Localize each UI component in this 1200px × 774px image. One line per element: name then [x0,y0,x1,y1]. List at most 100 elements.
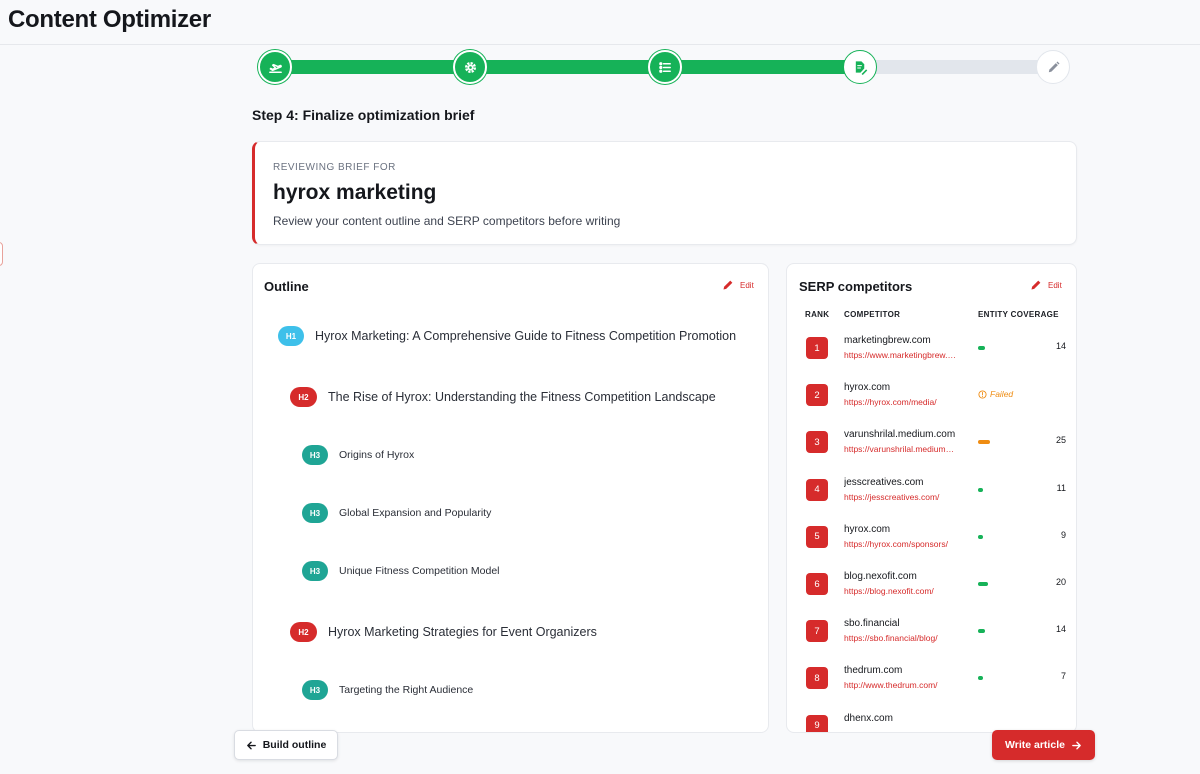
arrow-right-icon [1072,741,1081,749]
serp-edit-label: Edit [1048,280,1062,290]
competitor-domain: jesscreatives.com [844,476,924,488]
entity-coverage-bar [978,534,983,539]
competitor-domain: hyrox.com [844,523,891,535]
competitor-domain: thedrum.com [844,665,903,677]
outline-item-text: Origins of Hyrox [339,449,415,461]
outline-item-text: Hyrox Marketing: A Comprehensive Guide t… [315,329,737,343]
gear-icon [464,61,476,73]
rank-badge: 3 [806,431,828,454]
arrow-left-icon [246,741,256,749]
serp-edit-button[interactable]: Edit [1030,279,1062,291]
competitor-domain: marketingbrew.com [844,335,931,346]
outline-item-h3[interactable]: H3 Origins of Hyrox [302,445,414,465]
entity-coverage-bar [978,582,988,586]
outline-item-h2[interactable]: H2 Hyrox Marketing Strategies for Event … [290,622,597,642]
step-4[interactable] [843,50,877,84]
heading-level-badge: H2 [290,387,317,407]
plane-takeoff-icon [268,63,282,73]
competitor-row[interactable]: 9 dhenx.com [787,704,1076,732]
competitor-domain: sbo.financial [844,618,900,630]
competitor-domain: varunshrilal.medium.com [844,429,956,441]
rank-badge: 5 [806,525,828,548]
competitor-url-link[interactable]: https://varunshrilal.medium.com/ [844,444,956,454]
rank-badge: 9 [806,714,828,732]
app-header: Content Optimizer [0,0,1200,45]
write-article-button[interactable]: Write article [992,730,1095,760]
outline-item-h3[interactable]: H3 Global Expansion and Popularity [302,503,491,523]
competitor-domain: dhenx.com [844,712,893,724]
build-outline-label: Build outline [262,739,327,751]
warning-circle-icon [978,390,987,399]
step-heading: Step 4: Finalize optimization brief [252,107,475,123]
competitor-row[interactable]: 8 thedrum.com http://www.thedrum.com/7 [787,656,1076,703]
competitor-url-link[interactable]: http://www.thedrum.com/ [844,680,956,690]
coverage-failed-status: Failed [978,389,1013,399]
outline-panel: Outline Edit H1 Hyrox Marketing: A Compr… [252,263,769,733]
competitor-domain: blog.nexofit.com [844,571,917,582]
entity-coverage-count: 14 [1055,624,1066,635]
step-2[interactable] [453,50,487,84]
outline-item-text: Targeting the Right Audience [339,684,474,696]
brief-subtitle: Review your content outline and SERP com… [273,214,621,228]
competitor-row[interactable]: 2 hyrox.com https://hyrox.com/media/Failed [787,373,1076,420]
competitor-url-link[interactable]: https://hyrox.com/media/ [844,397,956,407]
pencil-icon [1048,61,1059,72]
entity-coverage-count: 11 [1056,482,1066,493]
step-3[interactable] [648,50,682,84]
heading-level-badge: H3 [302,445,328,465]
outline-edit-label: Edit [740,280,754,290]
rank-badge: 4 [806,478,828,501]
entity-coverage-bar [978,487,983,492]
outline-item-text: The Rise of Hyrox: Understanding the Fit… [328,390,716,404]
competitor-row[interactable]: 3 varunshrilal.medium.com https://varunshr… [787,420,1076,467]
build-outline-button[interactable]: Build outline [234,730,338,760]
entity-coverage-bar [978,346,985,350]
outline-item-h3[interactable]: H3 Unique Fitness Competition Model [302,561,500,581]
column-header-rank: RANK [805,310,830,319]
outline-item-text: Hyrox Marketing Strategies for Event Org… [328,625,597,639]
column-header-entity-coverage: ENTITY COVERAGE [978,310,1059,319]
competitor-url-link[interactable]: https://blog.nexofit.com/ [844,586,956,596]
competitor-domain: hyrox.com [844,382,891,394]
outline-item-h3[interactable]: H3 Targeting the Right Audience [302,680,473,700]
stepper-track-remaining [860,60,1053,74]
outline-edit-button[interactable]: Edit [722,279,754,291]
competitor-row[interactable]: 5 hyrox.com https://hyrox.com/sponsors/9 [787,515,1076,562]
competitor-row[interactable]: 1 marketingbrew.com https://www.marketingb… [787,326,1076,373]
step-5[interactable] [1036,50,1070,84]
app-title: Content Optimizer [8,6,211,33]
rank-badge: 6 [806,573,828,595]
heading-level-badge: H3 [302,680,328,700]
brief-summary-card: REVIEWING BRIEF FOR hyrox marketing Revi… [252,141,1077,245]
write-article-label: Write article [1005,739,1065,751]
serp-competitors-panel: SERP competitors Edit RANK COMPETITOR EN… [786,263,1077,733]
competitor-row[interactable]: 4 jesscreatives.com https://jesscreatives.… [787,468,1076,515]
coverage-failed-label: Failed [990,389,1014,400]
brief-kicker: REVIEWING BRIEF FOR [273,162,396,173]
competitor-row[interactable]: 7 sbo.financial https://sbo.financial/blog… [787,609,1076,656]
pencil-icon [1031,280,1041,290]
column-header-competitor: COMPETITOR [844,310,901,319]
competitor-url-link[interactable]: https://jesscreatives.com/ [844,492,956,502]
competitor-row[interactable]: 6 blog.nexofit.com https://blog.nexofit.co… [787,562,1076,609]
competitor-url-link[interactable]: https://sbo.financial/blog/ [844,633,956,643]
document-edit-icon [855,60,867,75]
stepper-track-complete [275,60,860,74]
entity-coverage-bar [978,440,990,445]
rank-badge: 7 [806,620,828,643]
competitor-url-link[interactable]: https://hyrox.com/sponsors/ [844,539,956,549]
entity-coverage-bar [978,629,985,634]
entity-coverage-count: 20 [1055,577,1066,587]
entity-coverage-count: 9 [1060,529,1066,540]
outline-item-h2[interactable]: H2 The Rise of Hyrox: Understanding the … [290,387,716,407]
pencil-icon [723,280,733,290]
step-1[interactable] [258,50,292,84]
progress-stepper [258,50,1070,84]
side-drawer-handle[interactable] [0,242,3,266]
heading-level-badge: H3 [302,561,328,581]
outline-item-h1[interactable]: H1 Hyrox Marketing: A Comprehensive Guid… [278,326,736,346]
competitor-url-link[interactable]: https://www.marketingbrew.com/ [844,350,956,360]
rank-badge: 8 [806,667,828,690]
list-icon [658,61,671,73]
rank-badge: 1 [806,337,828,359]
